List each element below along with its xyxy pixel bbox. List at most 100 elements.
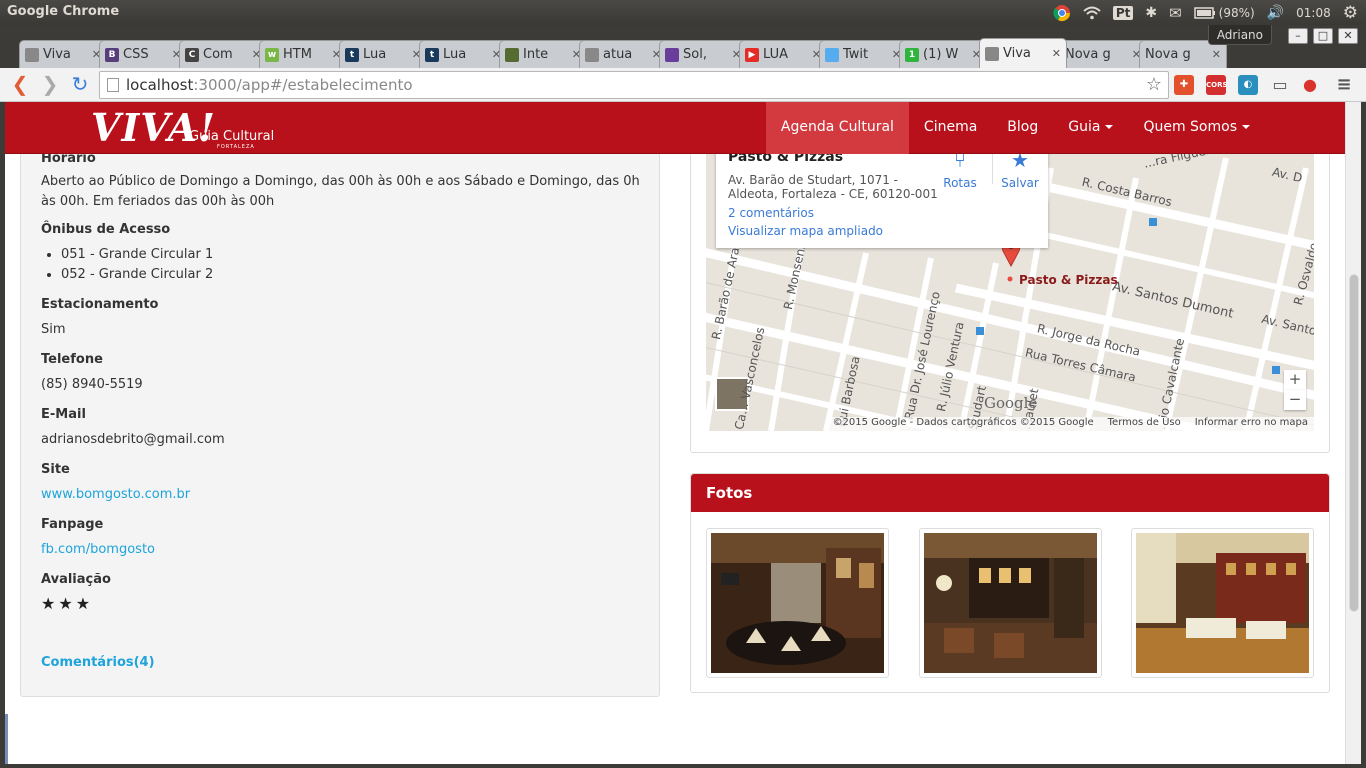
wifi-icon[interactable] xyxy=(1083,6,1101,20)
forward-arrow-icon[interactable]: ❯ xyxy=(38,74,62,96)
browser-tab[interactable]: Nova g ✕ xyxy=(1059,40,1147,68)
site-nav-links: Agenda Cultural Cinema Blog Guia Quem Somos xyxy=(765,102,1265,154)
tab-close-icon[interactable]: ✕ xyxy=(1052,47,1061,60)
save-button[interactable]: ★ Salvar xyxy=(998,150,1042,190)
google-logo: Google xyxy=(984,394,1038,412)
extension-icon-1[interactable]: ✚ xyxy=(1174,75,1194,95)
battery-percent: (98%) xyxy=(1218,5,1255,20)
google-map[interactable]: Pasto & Pizzas R. Costa Barros Av. Santo… xyxy=(706,138,1314,431)
zoom-out-button[interactable]: − xyxy=(1284,390,1306,410)
reviews-link[interactable]: 2 comentários xyxy=(728,206,814,220)
estacionamento-value: Sim xyxy=(41,322,66,337)
address-bar[interactable]: localhost:3000/app#/estabelecimento ☆ xyxy=(99,71,1169,99)
tomato-extension-icon[interactable]: ● xyxy=(1300,75,1320,95)
nav-link[interactable]: Blog xyxy=(992,102,1053,154)
directions-label: Rotas xyxy=(943,176,977,190)
battery-icon[interactable]: (98%) xyxy=(1193,5,1255,20)
fanpage-label: Fanpage xyxy=(41,517,104,532)
tab-strip: Viva ✕ B CSS ✕ C Com ✕ w HTM ✕ t Lua ✕ t Lua ✕ Inte ✕ atua ✕… xyxy=(0,25,1366,68)
chrome-icon[interactable] xyxy=(1053,4,1071,22)
photo-thumbnail[interactable] xyxy=(706,528,889,678)
browser-tab[interactable]: t Lua ✕ xyxy=(419,40,507,68)
settings-gear-icon[interactable]: ⚙ xyxy=(1343,3,1358,23)
window-edge xyxy=(1361,102,1366,768)
app-title: Google Chrome xyxy=(7,4,120,19)
tab-favicon-icon: t xyxy=(425,47,439,62)
menu-icon[interactable]: ≡ xyxy=(1334,75,1354,95)
browser-tab[interactable]: Viva ✕ xyxy=(979,38,1067,68)
volume-icon[interactable]: 🔊 xyxy=(1267,5,1284,21)
restaurant-photo-1 xyxy=(711,533,884,673)
left-edge-strip xyxy=(5,714,8,764)
nav-link[interactable]: Guia xyxy=(1053,102,1128,154)
scrollbar-thumb[interactable] xyxy=(1349,274,1359,612)
report-error-link[interactable]: Informar erro no mapa xyxy=(1195,417,1308,431)
browser-tab[interactable]: C Com ✕ xyxy=(179,40,267,68)
keyboard-layout-indicator[interactable]: Pt xyxy=(1112,5,1134,20)
telefone-value: (85) 8940-5519 xyxy=(41,377,143,392)
browser-toolbar: ❮ ❯ ↻ localhost:3000/app#/estabeleciment… xyxy=(0,68,1366,102)
zoom-in-button[interactable]: + xyxy=(1284,370,1306,390)
tab-favicon-icon: 1 xyxy=(905,47,919,62)
browser-tab[interactable]: Viva ✕ xyxy=(19,40,107,68)
horario-text: Aberto ao Público de Domingo a Domingo, … xyxy=(41,174,640,209)
map-marker-label[interactable]: Pasto & Pizzas xyxy=(1019,273,1118,287)
terms-link[interactable]: Termos de Uso xyxy=(1108,417,1181,431)
save-label: Salvar xyxy=(1001,176,1039,190)
browser-tab[interactable]: w HTM ✕ xyxy=(259,40,347,68)
browser-tab[interactable]: Inte ✕ xyxy=(499,40,587,68)
tab-label: Inte xyxy=(523,47,549,62)
map-panel: Pasto & Pizzas R. Costa Barros Av. Santo… xyxy=(690,137,1330,453)
site-label: Site xyxy=(41,462,70,477)
browser-tab[interactable]: Sol, ✕ xyxy=(659,40,747,68)
page-scrollbar[interactable] xyxy=(1345,102,1361,764)
mail-icon[interactable]: ✉ xyxy=(1169,4,1182,22)
fanpage-link[interactable]: fb.com/bomgosto xyxy=(41,542,155,557)
cors-extension-icon[interactable]: CORS xyxy=(1206,75,1228,95)
nav-link[interactable]: Cinema xyxy=(909,102,992,154)
nav-link[interactable]: Quem Somos xyxy=(1128,102,1265,154)
site-link[interactable]: www.bomgosto.com.br xyxy=(41,487,190,502)
system-tray: Pt ✱ ✉ (98%) 🔊 01:08 ⚙ xyxy=(1053,0,1358,25)
nav-link[interactable]: Agenda Cultural xyxy=(765,102,909,154)
minimize-button[interactable]: – xyxy=(1288,28,1308,44)
map-attribution: ©2015 Google - Dados cartográficos ©2015… xyxy=(826,417,1314,431)
view-larger-map-link[interactable]: Visualizar mapa ampliado xyxy=(728,224,883,238)
tab-label: Sol, xyxy=(683,47,707,62)
email-value: adrianosdebrito@gmail.com xyxy=(41,432,225,447)
browser-tab[interactable]: ▶ LUA ✕ xyxy=(739,40,827,68)
tab-label: Viva xyxy=(1003,46,1031,61)
directions-button[interactable]: ⑂ Rotas xyxy=(938,150,982,190)
browser-tab[interactable]: t Lua ✕ xyxy=(339,40,427,68)
tab-label: Twit xyxy=(843,47,869,62)
browser-tab[interactable]: Twit ✕ xyxy=(819,40,907,68)
maximize-button[interactable]: □ xyxy=(1313,28,1333,44)
browser-tab[interactable]: atua ✕ xyxy=(579,40,667,68)
reload-icon[interactable]: ↻ xyxy=(68,74,92,96)
photo-thumbnail[interactable] xyxy=(1131,528,1314,678)
tab-favicon-icon: C xyxy=(185,47,199,62)
tab-favicon-icon: t xyxy=(345,47,359,62)
tab-label: Nova g xyxy=(1145,47,1191,62)
browser-tab[interactable]: B CSS ✕ xyxy=(99,40,187,68)
bookmark-star-icon[interactable]: ☆ xyxy=(1146,72,1162,98)
tab-favicon-icon xyxy=(585,47,599,62)
site-logo[interactable]: VIVA! Guia Cultural FORTALEZA xyxy=(91,106,274,151)
profile-button[interactable]: Adriano xyxy=(1207,25,1272,45)
page-icon xyxy=(107,78,119,92)
bluetooth-icon[interactable]: ✱ xyxy=(1145,5,1157,21)
close-window-button[interactable]: ✕ xyxy=(1338,28,1358,44)
extension-icon-3[interactable]: ◐ xyxy=(1238,75,1258,95)
back-arrow-icon[interactable]: ❮ xyxy=(8,74,32,96)
comentarios-link[interactable]: Comentários(4) xyxy=(41,655,155,670)
photo-thumbnail[interactable] xyxy=(919,528,1102,678)
tab-close-icon[interactable]: ✕ xyxy=(1212,48,1221,61)
site-navbar: VIVA! Guia Cultural FORTALEZA Agenda Cul… xyxy=(5,102,1345,154)
restaurant-photo-2 xyxy=(924,533,1097,673)
clock[interactable]: 01:08 xyxy=(1296,6,1331,20)
details-panel: Horário Aberto ao Público de Domingo a D… xyxy=(20,140,660,697)
tab-favicon-icon xyxy=(825,47,839,62)
cast-icon[interactable]: ▭ xyxy=(1270,75,1290,95)
restaurant-photo-3 xyxy=(1136,533,1309,673)
browser-tab[interactable]: 1 (1) W ✕ xyxy=(899,40,987,68)
